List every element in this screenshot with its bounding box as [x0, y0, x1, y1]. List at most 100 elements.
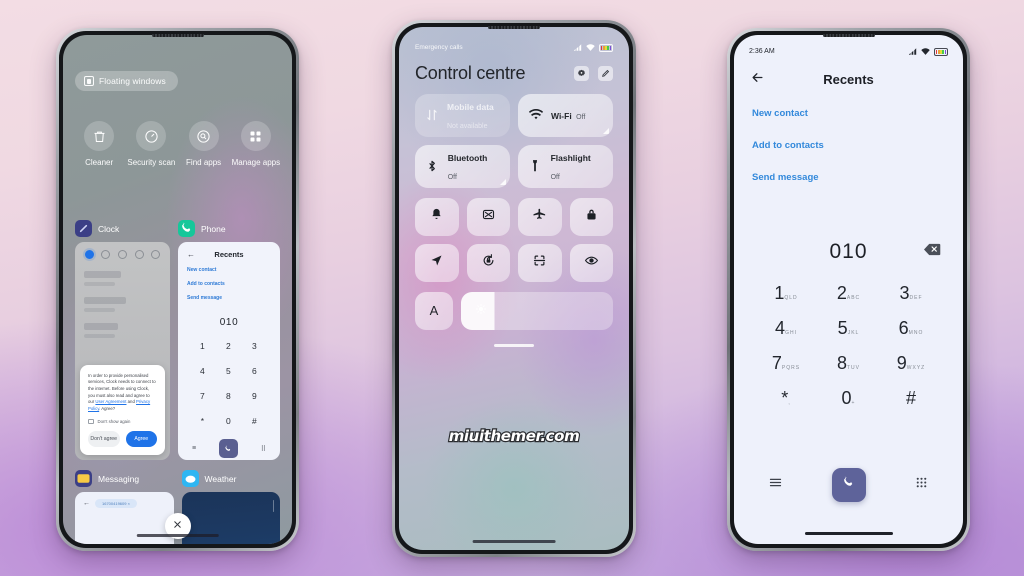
dialpad-key-2[interactable]: 2ABC: [827, 284, 871, 304]
brightness-icon: [475, 302, 487, 320]
phone-device-control-centre: Emergency calls Control centre Mobile da…: [392, 20, 636, 557]
menu-icon[interactable]: ≡: [192, 445, 196, 452]
phone-app-icon: [178, 220, 195, 237]
preview-link-new-contact[interactable]: New contact: [187, 267, 271, 273]
dialpad-key-star[interactable]: *,: [764, 389, 808, 409]
preview-key-9[interactable]: 9: [242, 386, 268, 404]
tile-mobile-data-subtitle: Not available: [447, 123, 488, 130]
dialpad-key-8[interactable]: 8TUV: [827, 354, 871, 374]
decline-button[interactable]: Don't agree: [88, 431, 120, 447]
keypad-icon[interactable]: ⠿: [261, 445, 266, 453]
tool-security-scan[interactable]: Security scan: [125, 121, 177, 168]
phone1-screen: Floating windows Cleaner Security scan F…: [63, 35, 292, 544]
tile-eye-care[interactable]: [569, 243, 613, 282]
tile-wifi[interactable]: Wi-Fi Off: [518, 93, 613, 137]
tile-mobile-data-title: Mobile data: [447, 102, 494, 112]
status-icons: [574, 44, 613, 52]
scan-icon: [532, 253, 547, 273]
settings-gear-icon[interactable]: [574, 65, 589, 81]
dialpad-key-0[interactable]: 0+: [827, 389, 871, 409]
tile-wifi-subtitle: Off: [576, 114, 586, 121]
preview-key-0[interactable]: 0: [216, 411, 242, 429]
dialpad-key-7[interactable]: 7PQRS: [764, 354, 808, 374]
preview-key-4[interactable]: 4: [190, 361, 216, 379]
tool-find-apps[interactable]: Find apps: [178, 121, 230, 168]
tile-screenshot[interactable]: [466, 197, 510, 236]
tile-expand-corner[interactable]: [500, 178, 506, 185]
preview-key-hash[interactable]: #: [242, 411, 268, 429]
tool-manage-apps[interactable]: Manage apps: [230, 121, 282, 168]
clock-tab-stopwatch[interactable]: [134, 250, 144, 259]
recent-card-messaging[interactable]: Messaging ← 16700419609 ×: [75, 470, 174, 544]
clock-tab-timer[interactable]: [117, 250, 127, 259]
tile-lock[interactable]: [569, 197, 613, 236]
back-arrow-icon[interactable]: ←: [187, 250, 195, 259]
recent-card-weather[interactable]: Weather: [181, 470, 280, 544]
dialpad-key-6[interactable]: 6MNO: [889, 319, 933, 339]
dialer-bottom-bar: [734, 467, 963, 532]
brightness-slider[interactable]: [461, 291, 613, 330]
earpiece-speaker: [151, 34, 204, 37]
preview-key-2[interactable]: 2: [216, 336, 242, 354]
edit-pencil-icon[interactable]: [598, 65, 613, 81]
recipient-chip[interactable]: 16700419609 ×: [95, 499, 137, 508]
call-icon[interactable]: [218, 439, 238, 458]
preview-key-7[interactable]: 7: [190, 386, 216, 404]
tile-bluetooth[interactable]: Bluetooth Off: [415, 144, 510, 188]
clock-tab-more[interactable]: [151, 250, 161, 259]
clock-tab-worldclock[interactable]: [101, 250, 111, 259]
tile-scan[interactable]: [518, 243, 562, 282]
panel-drag-handle[interactable]: [494, 343, 534, 347]
user-agreement-link[interactable]: User Agreement: [95, 399, 126, 404]
dialpad-key-hash[interactable]: #: [889, 389, 933, 409]
dont-show-again-row[interactable]: Don't show again: [88, 418, 157, 424]
tile-expand-corner[interactable]: [603, 127, 609, 134]
tile-mobile-data[interactable]: Mobile data Not available: [415, 93, 510, 137]
eye-care-icon: [584, 253, 599, 273]
recent-card-phone[interactable]: Phone ← Recents New contact Add to conta…: [178, 220, 280, 460]
auto-brightness-button[interactable]: A: [415, 291, 453, 330]
dialpad-key-1[interactable]: 1QLD: [764, 284, 808, 304]
contact-action-links: New contact Add to contacts Send message: [734, 90, 963, 204]
dialpad-key-4[interactable]: 4GHI: [764, 319, 808, 339]
clock-card-body[interactable]: In order to provide personalised service…: [75, 242, 170, 460]
keypad-icon[interactable]: [914, 475, 929, 495]
dialpad-key-5[interactable]: 5JKL: [827, 319, 871, 339]
tool-cleaner[interactable]: Cleaner: [73, 121, 125, 168]
preview-key-3[interactable]: 3: [242, 336, 268, 354]
preview-key-6[interactable]: 6: [242, 361, 268, 379]
preview-link-send-message[interactable]: Send message: [187, 295, 271, 301]
preview-key-star[interactable]: *: [190, 411, 216, 429]
status-icons: [909, 48, 948, 56]
preview-key-5[interactable]: 5: [216, 361, 242, 379]
back-arrow-icon[interactable]: [750, 70, 765, 90]
home-indicator: [804, 531, 893, 535]
tile-rotation-lock[interactable]: [466, 243, 510, 282]
menu-icon[interactable]: [768, 475, 783, 495]
tile-flashlight[interactable]: Flashlight Off: [518, 144, 613, 188]
preview-key-8[interactable]: 8: [216, 386, 242, 404]
clock-tab-alarm[interactable]: [84, 250, 94, 259]
tile-silent-mode[interactable]: [415, 197, 459, 236]
tile-airplane-mode[interactable]: [518, 197, 562, 236]
dialpad-key-3[interactable]: 3DEF: [889, 284, 933, 304]
recent-card-clock[interactable]: Clock In order to provide personalised s…: [75, 220, 170, 460]
link-add-to-contacts[interactable]: Add to contacts: [752, 140, 945, 151]
tile-location[interactable]: [415, 243, 459, 282]
checkbox-icon[interactable]: [88, 418, 94, 424]
status-bar: 2:36 AM: [734, 35, 963, 56]
link-new-contact[interactable]: New contact: [752, 108, 945, 119]
accept-button[interactable]: Agree: [125, 431, 157, 447]
messaging-card-header: Messaging: [75, 470, 174, 487]
back-arrow-icon[interactable]: ←: [83, 500, 90, 507]
tile-bluetooth-title: Bluetooth: [447, 153, 488, 163]
call-icon: [840, 474, 857, 496]
link-send-message[interactable]: Send message: [752, 172, 945, 183]
preview-link-add-contacts[interactable]: Add to contacts: [187, 281, 271, 287]
backspace-icon[interactable]: [924, 243, 941, 261]
floating-windows-chip[interactable]: Floating windows: [75, 71, 178, 91]
phone-card-body[interactable]: ← Recents New contact Add to contacts Se…: [178, 242, 280, 460]
preview-key-1[interactable]: 1: [190, 336, 216, 354]
dialpad-key-9[interactable]: 9WXYZ: [889, 354, 933, 374]
call-button[interactable]: [831, 467, 866, 502]
